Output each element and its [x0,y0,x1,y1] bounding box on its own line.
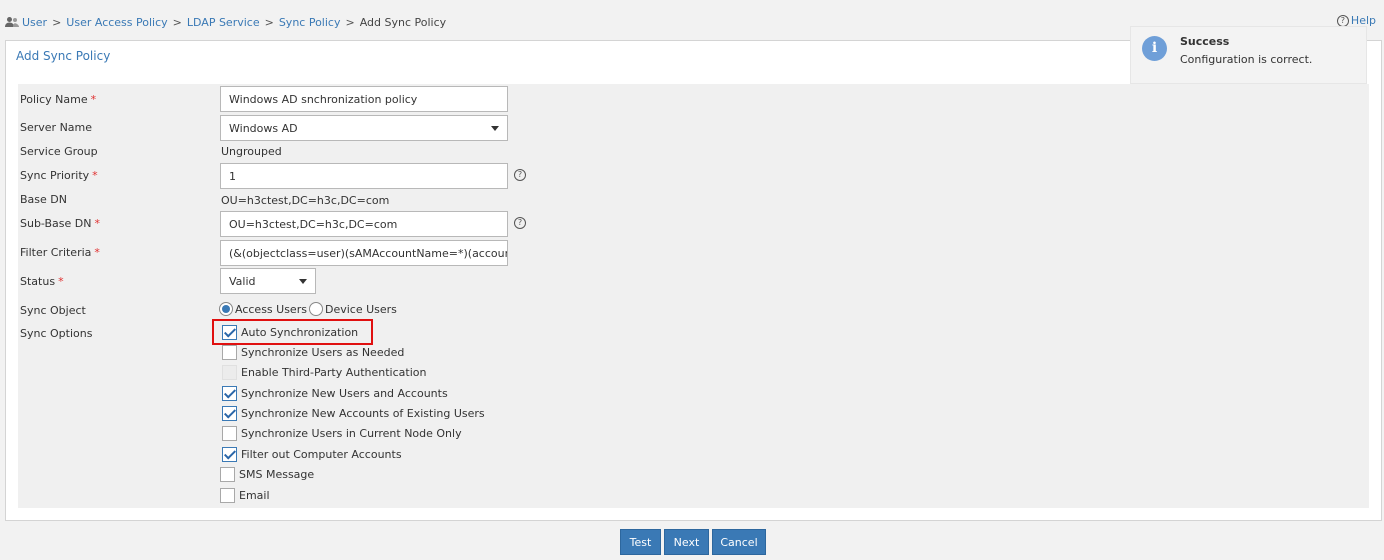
breadcrumb-separator: > [172,15,182,29]
info-icon: i [1142,36,1167,61]
sync-users-as-needed-label: Synchronize Users as Needed [241,346,405,359]
sms-message-option[interactable]: SMS Message [220,467,314,482]
sync-new-accounts-label: Synchronize New Accounts of Existing Use… [241,407,485,420]
sms-message-label: SMS Message [239,468,315,481]
sync-new-accounts-option[interactable]: Synchronize New Accounts of Existing Use… [222,406,485,421]
server-name-value: Windows AD [229,121,298,135]
users-icon [5,16,19,28]
sync-current-node-label: Synchronize Users in Current Node Only [241,427,462,440]
sync-object-radio-group: Access Users Device Users [219,302,397,316]
panel-title: Add Sync Policy [16,49,111,63]
chevron-down-icon [299,278,307,284]
cancel-button[interactable]: Cancel [712,529,766,555]
sync-options-label: Sync Options [20,327,93,340]
device-users-radio[interactable] [308,302,323,316]
breadcrumb-ldap-service[interactable]: LDAP Service [187,16,260,29]
highlight-box [212,319,373,345]
sms-message-checkbox[interactable] [220,467,235,482]
breadcrumb-separator: > [264,15,274,29]
device-users-label: Device Users [324,302,397,316]
status-value: Valid [229,274,256,288]
service-group-label: Service Group [20,145,98,158]
sync-priority-help-icon[interactable]: ? [514,169,526,181]
sub-base-dn-input[interactable]: OU=h3ctest,DC=h3c,DC=com [220,211,508,237]
filter-computer-accounts-option[interactable]: Filter out Computer Accounts [222,447,402,462]
breadcrumb-sync-policy[interactable]: Sync Policy [279,16,341,29]
sync-object-label: Sync Object [20,304,86,317]
third-party-auth-option: Enable Third-Party Authentication [222,365,426,380]
base-dn-value: OU=h3ctest,DC=h3c,DC=com [221,194,390,207]
policy-name-input[interactable]: Windows AD snchronization policy [220,86,508,112]
server-name-select[interactable]: Windows AD [220,115,508,141]
question-icon: ? [1336,14,1349,27]
email-option[interactable]: Email [220,488,270,503]
filter-computer-accounts-checkbox[interactable] [222,447,237,462]
third-party-auth-label: Enable Third-Party Authentication [241,366,427,379]
filter-criteria-label: Filter Criteria * [20,246,100,259]
test-button[interactable]: Test [620,529,661,555]
base-dn-label: Base DN [20,193,67,206]
breadcrumb-user-access-policy[interactable]: User Access Policy [66,16,167,29]
email-checkbox[interactable] [220,488,235,503]
filter-computer-accounts-label: Filter out Computer Accounts [241,448,402,461]
sub-base-dn-label: Sub-Base DN * [20,217,100,230]
notification-message: Configuration is correct. [1180,53,1313,66]
breadcrumb-user[interactable]: User [22,16,47,29]
access-users-radio[interactable] [219,302,233,316]
sync-new-users-option[interactable]: Synchronize New Users and Accounts [222,386,448,401]
chevron-down-icon [491,125,499,131]
breadcrumb: User > User Access Policy > LDAP Service… [5,14,446,30]
sync-new-accounts-checkbox[interactable] [222,406,237,421]
sync-current-node-checkbox[interactable] [222,426,237,441]
add-sync-policy-panel: Add Sync Policy Policy Name * Windows AD … [5,40,1382,521]
notification-title: Success [1180,35,1230,48]
email-label: Email [239,489,270,502]
breadcrumb-separator: > [52,15,62,29]
filter-criteria-input[interactable]: (&(objectclass=user)(sAMAccountName=*)(a… [220,240,508,266]
policy-name-label: Policy Name * [20,93,97,106]
access-users-label: Access Users [235,302,307,316]
form-area: Policy Name * Windows AD snchronization p… [18,84,1369,508]
sync-users-as-needed-checkbox[interactable] [222,345,237,360]
breadcrumb-separator: > [345,15,355,29]
status-label: Status * [20,275,64,288]
sync-current-node-option[interactable]: Synchronize Users in Current Node Only [222,426,462,441]
sync-new-users-checkbox[interactable] [222,386,237,401]
breadcrumb-current: Add Sync Policy [359,15,447,29]
sync-priority-label: Sync Priority * [20,169,98,182]
service-group-value: Ungrouped [221,145,282,158]
server-name-label: Server Name [20,121,93,134]
sync-users-as-needed-option[interactable]: Synchronize Users as Needed [222,345,404,360]
sync-priority-input[interactable]: 1 [220,163,508,189]
sub-base-dn-help-icon[interactable]: ? [514,217,526,229]
success-notification: i Success Configuration is correct. [1130,26,1367,84]
next-button[interactable]: Next [664,529,709,555]
third-party-auth-checkbox [222,365,237,380]
sync-new-users-label: Synchronize New Users and Accounts [241,387,448,400]
status-select[interactable]: Valid [220,268,316,294]
